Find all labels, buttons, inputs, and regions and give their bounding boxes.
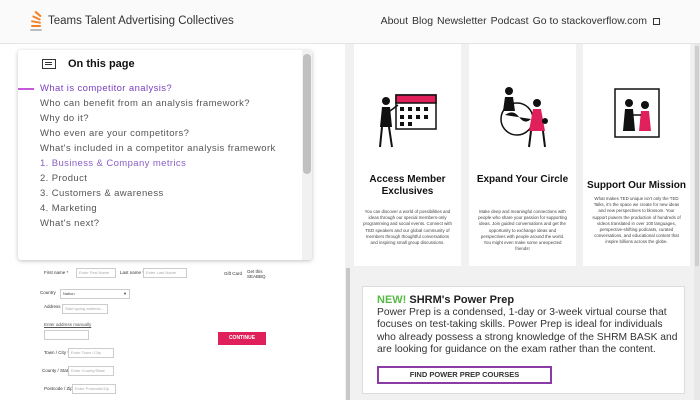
country-label: Country (40, 290, 56, 295)
checkout-form: First name * Enter First Name Last name … (0, 266, 345, 400)
enter-address-manually-link[interactable]: Enter address manually (44, 322, 91, 327)
card-member-exclusives: Access Member Exclusives You can discove… (354, 44, 461, 266)
left-pane: On this page What is competitor analysis… (0, 44, 345, 400)
right-pane-scroll-thumb[interactable] (695, 46, 699, 266)
toc-scrollbar[interactable] (302, 50, 312, 260)
country-value: Nation (63, 291, 75, 296)
address-input[interactable]: Start typing address... (62, 304, 108, 314)
continue-securely-button[interactable]: CONTINUE SECURELY (218, 332, 266, 354)
book-icon (42, 59, 56, 69)
promo-body: Power Prep is a condensed, 1-day or 3-we… (377, 307, 678, 355)
promo-title: NEW! SHRM's Power Prep (377, 294, 514, 306)
toc-link[interactable]: 3. Customers & awareness (40, 189, 300, 199)
card-description: What makes TED unique isn't only the TED… (592, 196, 681, 245)
globe-people-illustration-icon (500, 87, 548, 148)
stack-logo-icon (30, 10, 44, 31)
promo-title-text: SHRM's Power Prep (409, 294, 515, 306)
top-links: About Blog Newsletter Podcast Go to stac… (381, 15, 660, 27)
nav-podcast[interactable]: Podcast (491, 15, 529, 27)
toc-link[interactable]: 4. Marketing (40, 204, 300, 214)
toc-link[interactable]: 2. Product (40, 174, 300, 184)
card-description: You can discover a world of possibilitie… (363, 209, 452, 246)
toc-link[interactable]: Who even are your competitors? (40, 129, 300, 139)
card-title: Access Member Exclusives (369, 174, 446, 197)
gift-card-note: Get this SEABBQ (247, 269, 266, 279)
postcode-input[interactable]: Enter Postcode/Zip (72, 384, 116, 394)
address-label: Address * (44, 304, 64, 309)
people-frame-illustration-icon (614, 88, 660, 138)
toc-link[interactable]: Who can benefit from an analysis framewo… (40, 99, 300, 109)
external-link-icon (653, 17, 660, 25)
county-input[interactable]: Enter County/State (68, 366, 114, 376)
nav-newsletter[interactable]: Newsletter (437, 15, 487, 27)
new-badge: NEW! (377, 294, 407, 306)
first-name-label: First name * (44, 270, 69, 275)
left-pane-scroll-thumb[interactable] (346, 268, 350, 400)
nav-blog[interactable]: Blog (412, 15, 433, 27)
products-label: Teams Talent Advertising Collectives (48, 15, 234, 27)
last-name-input[interactable]: Enter Last Name (143, 268, 187, 278)
card-expand-circle: Expand Your Circle Make deep and meaning… (469, 44, 576, 266)
last-name-label: Last name * (120, 270, 145, 275)
toc-scroll-thumb[interactable] (303, 54, 311, 174)
toc-link[interactable]: 1. Business & Company metrics (40, 159, 300, 169)
postcode-label: Postcode / Zip * (44, 386, 76, 391)
town-input[interactable]: Enter Town / City (68, 348, 114, 358)
toc-header: On this page (42, 58, 135, 70)
card-description: Make deep and meaningful connections wit… (478, 209, 567, 252)
card-support-mission: Support Our Mission What makes TED uniqu… (583, 44, 690, 266)
calendar-illustration-icon (379, 94, 437, 148)
toc-list: What is competitor analysis? Who can bene… (18, 84, 300, 234)
toc-link[interactable]: Why do it? (40, 114, 300, 124)
top-navigation-bar: Teams Talent Advertising Collectives Abo… (0, 0, 700, 44)
town-label: Town / City * (44, 350, 70, 355)
toc-link[interactable]: What's included in a competitor analysis… (40, 144, 300, 154)
first-name-input[interactable]: Enter First Name (76, 268, 116, 278)
shrm-power-prep-promo: NEW! SHRM's Power Prep Power Prep is a c… (362, 286, 685, 394)
toc-link[interactable]: What's next? (40, 219, 300, 229)
county-label: County / State (42, 368, 71, 373)
gift-card-label: Gift Card (224, 271, 243, 276)
address-extra-input[interactable] (44, 330, 89, 340)
stack-overflow-logo[interactable]: Teams Talent Advertising Collectives (30, 10, 234, 31)
nav-about[interactable]: About (381, 15, 408, 27)
nav-goto-stackoverflow[interactable]: Go to stackoverflow.com (533, 15, 647, 27)
country-select[interactable]: Nation ▼ (60, 289, 130, 299)
card-title: Expand Your Circle (476, 174, 569, 185)
card-title: Support Our Mission (587, 180, 686, 191)
chevron-down-icon: ▼ (123, 291, 127, 296)
toc-link[interactable]: What is competitor analysis? (18, 84, 300, 94)
find-power-prep-courses-button[interactable]: FIND POWER PREP COURSES (377, 366, 552, 384)
table-of-contents: On this page What is competitor analysis… (18, 50, 312, 260)
toc-title: On this page (68, 58, 135, 70)
